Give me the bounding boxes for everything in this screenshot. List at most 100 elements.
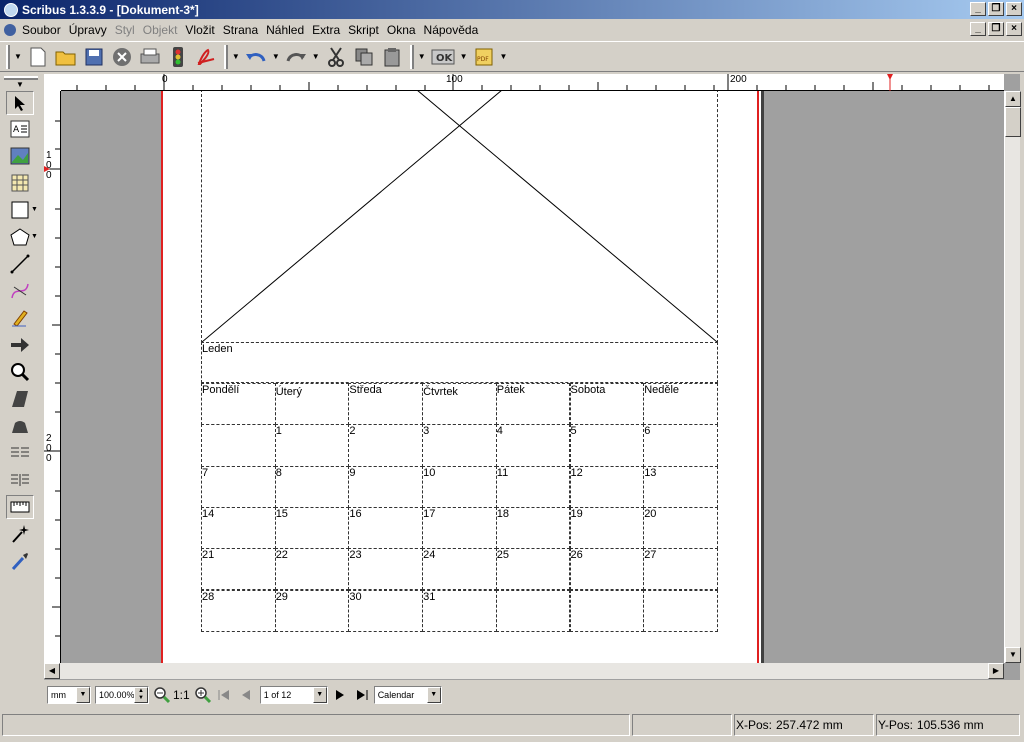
- date-cell[interactable]: 7: [201, 465, 276, 508]
- document-canvas[interactable]: Leden Pondělí Úterý Středa Čtvrtek Pátek Sobo…: [61, 91, 1004, 663]
- close-button[interactable]: ×: [1006, 2, 1022, 16]
- tools-dropdown-arrow[interactable]: ▼: [16, 80, 24, 89]
- edit-text-tool-icon[interactable]: [6, 414, 34, 438]
- date-cell[interactable]: 25: [495, 548, 571, 591]
- mdi-close-button[interactable]: ×: [1006, 22, 1022, 36]
- open-folder-icon[interactable]: [54, 45, 78, 69]
- minimize-button[interactable]: _: [970, 2, 986, 16]
- zoom-out-icon[interactable]: [153, 683, 171, 707]
- last-page-icon[interactable]: [354, 683, 370, 707]
- date-cell[interactable]: 26: [569, 548, 645, 591]
- date-cell[interactable]: 15: [274, 506, 350, 550]
- unlink-frames-tool-icon[interactable]: [6, 468, 34, 492]
- copy-icon[interactable]: [352, 45, 376, 69]
- date-cell[interactable]: 22: [274, 548, 350, 591]
- mdi-minimize-button[interactable]: _: [970, 22, 986, 36]
- day-header-cell[interactable]: Úterý: [274, 383, 350, 426]
- redo-icon[interactable]: [284, 45, 308, 69]
- date-cell[interactable]: 14: [201, 506, 276, 550]
- toolbar-dropdown-arrow-3[interactable]: ▼: [418, 52, 426, 61]
- polygon-dropdown-arrow[interactable]: ▼: [31, 233, 38, 240]
- vertical-ruler[interactable]: 1 0 0 2 0 0: [44, 91, 61, 663]
- date-cell[interactable]: 1: [274, 424, 350, 467]
- toolbar-grip-2[interactable]: [223, 44, 228, 69]
- toolbar-dropdown-arrow-2[interactable]: ▼: [232, 52, 240, 61]
- vertical-scrollbar[interactable]: ▲ ▼: [1004, 91, 1021, 663]
- line-tool-icon[interactable]: [6, 252, 34, 276]
- previous-page-icon[interactable]: [238, 683, 254, 707]
- date-cell[interactable]: 9: [348, 465, 424, 508]
- toolbar-grip[interactable]: [6, 44, 10, 69]
- scroll-down-button[interactable]: ▼: [1005, 647, 1021, 663]
- day-header-cell[interactable]: Středa: [348, 383, 424, 426]
- shape-dropdown-arrow[interactable]: ▼: [31, 206, 38, 213]
- scroll-right-button[interactable]: ▶: [988, 663, 1004, 679]
- menu-strana[interactable]: Strana: [219, 23, 262, 37]
- unit-select[interactable]: mm ▼: [47, 686, 91, 704]
- menu-extra[interactable]: Extra: [308, 23, 344, 37]
- menu-upravy[interactable]: Úpravy: [65, 23, 111, 37]
- date-cell[interactable]: 19: [569, 506, 645, 550]
- scroll-up-button[interactable]: ▲: [1005, 91, 1021, 107]
- day-header-cell[interactable]: Čtvrtek: [422, 383, 497, 426]
- link-frames-tool-icon[interactable]: [6, 441, 34, 465]
- layer-select[interactable]: Calendar ▼: [373, 686, 442, 704]
- date-cell[interactable]: [495, 589, 571, 632]
- document-menu-icon[interactable]: [4, 23, 16, 36]
- scroll-left-button[interactable]: ◀: [44, 663, 60, 679]
- image-frame-tool-icon[interactable]: [6, 144, 34, 168]
- date-cell[interactable]: 28: [201, 589, 276, 632]
- date-cell[interactable]: 12: [569, 465, 645, 508]
- date-cell[interactable]: 20: [643, 506, 718, 550]
- ok-preflight-icon[interactable]: OK: [430, 45, 456, 69]
- date-cell[interactable]: 8: [274, 465, 350, 508]
- image-frame[interactable]: [201, 91, 718, 343]
- page[interactable]: Leden Pondělí Úterý Středa Čtvrtek Pátek Sobo…: [161, 91, 761, 663]
- vertical-scroll-thumb[interactable]: [1005, 107, 1021, 137]
- date-cell[interactable]: 18: [495, 506, 571, 550]
- ok-dropdown-arrow[interactable]: ▼: [460, 52, 468, 61]
- paste-icon[interactable]: [380, 45, 404, 69]
- date-cell[interactable]: 10: [422, 465, 497, 508]
- ruler-corner[interactable]: [44, 74, 61, 91]
- first-page-icon[interactable]: [216, 683, 232, 707]
- date-cell[interactable]: 29: [274, 589, 350, 632]
- menu-nahled[interactable]: Náhled: [262, 23, 308, 37]
- date-cell[interactable]: 13: [643, 465, 718, 508]
- redo-dropdown-arrow[interactable]: ▼: [312, 52, 320, 61]
- date-cell[interactable]: [201, 424, 276, 467]
- date-cell[interactable]: 23: [348, 548, 424, 591]
- date-cell[interactable]: 30: [348, 589, 424, 632]
- freehand-tool-icon[interactable]: [6, 306, 34, 330]
- day-header-cell[interactable]: Pátek: [495, 383, 571, 426]
- date-cell[interactable]: 6: [643, 424, 718, 467]
- save-icon[interactable]: [82, 45, 106, 69]
- export-pdf-icon[interactable]: [194, 45, 218, 69]
- date-cell[interactable]: [643, 589, 718, 632]
- print-icon[interactable]: [138, 45, 162, 69]
- mdi-restore-button[interactable]: ❐: [988, 22, 1004, 36]
- date-cell[interactable]: 4: [495, 424, 571, 467]
- toolbar-grip-3[interactable]: [409, 44, 414, 69]
- date-cell[interactable]: 11: [495, 465, 571, 508]
- toolbar-dropdown-arrow[interactable]: ▼: [14, 52, 22, 61]
- menu-skript[interactable]: Skript: [344, 23, 383, 37]
- menu-vlozit[interactable]: Vložit: [181, 23, 218, 37]
- day-header-cell[interactable]: Neděle: [643, 383, 718, 426]
- zoom-input[interactable]: 100.00% ▲ ▼: [95, 686, 149, 704]
- date-cell[interactable]: 31: [422, 589, 497, 632]
- measure-tool-icon[interactable]: [6, 495, 34, 519]
- horizontal-ruler[interactable]: 0 100 200: [61, 74, 1004, 91]
- undo-dropdown-arrow[interactable]: ▼: [272, 52, 280, 61]
- day-header-cell[interactable]: Sobota: [569, 383, 645, 426]
- select-tool-icon[interactable]: [6, 91, 34, 115]
- day-header-cell[interactable]: Pondělí: [201, 383, 276, 426]
- eyedropper-tool-icon[interactable]: [6, 549, 34, 573]
- date-cell[interactable]: 27: [643, 548, 718, 591]
- rotate-tool-icon[interactable]: [6, 333, 34, 357]
- date-cell[interactable]: [569, 589, 645, 632]
- table-tool-icon[interactable]: [6, 171, 34, 195]
- magic-wand-tool-icon[interactable]: [6, 522, 34, 546]
- date-cell[interactable]: 24: [422, 548, 497, 591]
- date-cell[interactable]: 2: [348, 424, 424, 467]
